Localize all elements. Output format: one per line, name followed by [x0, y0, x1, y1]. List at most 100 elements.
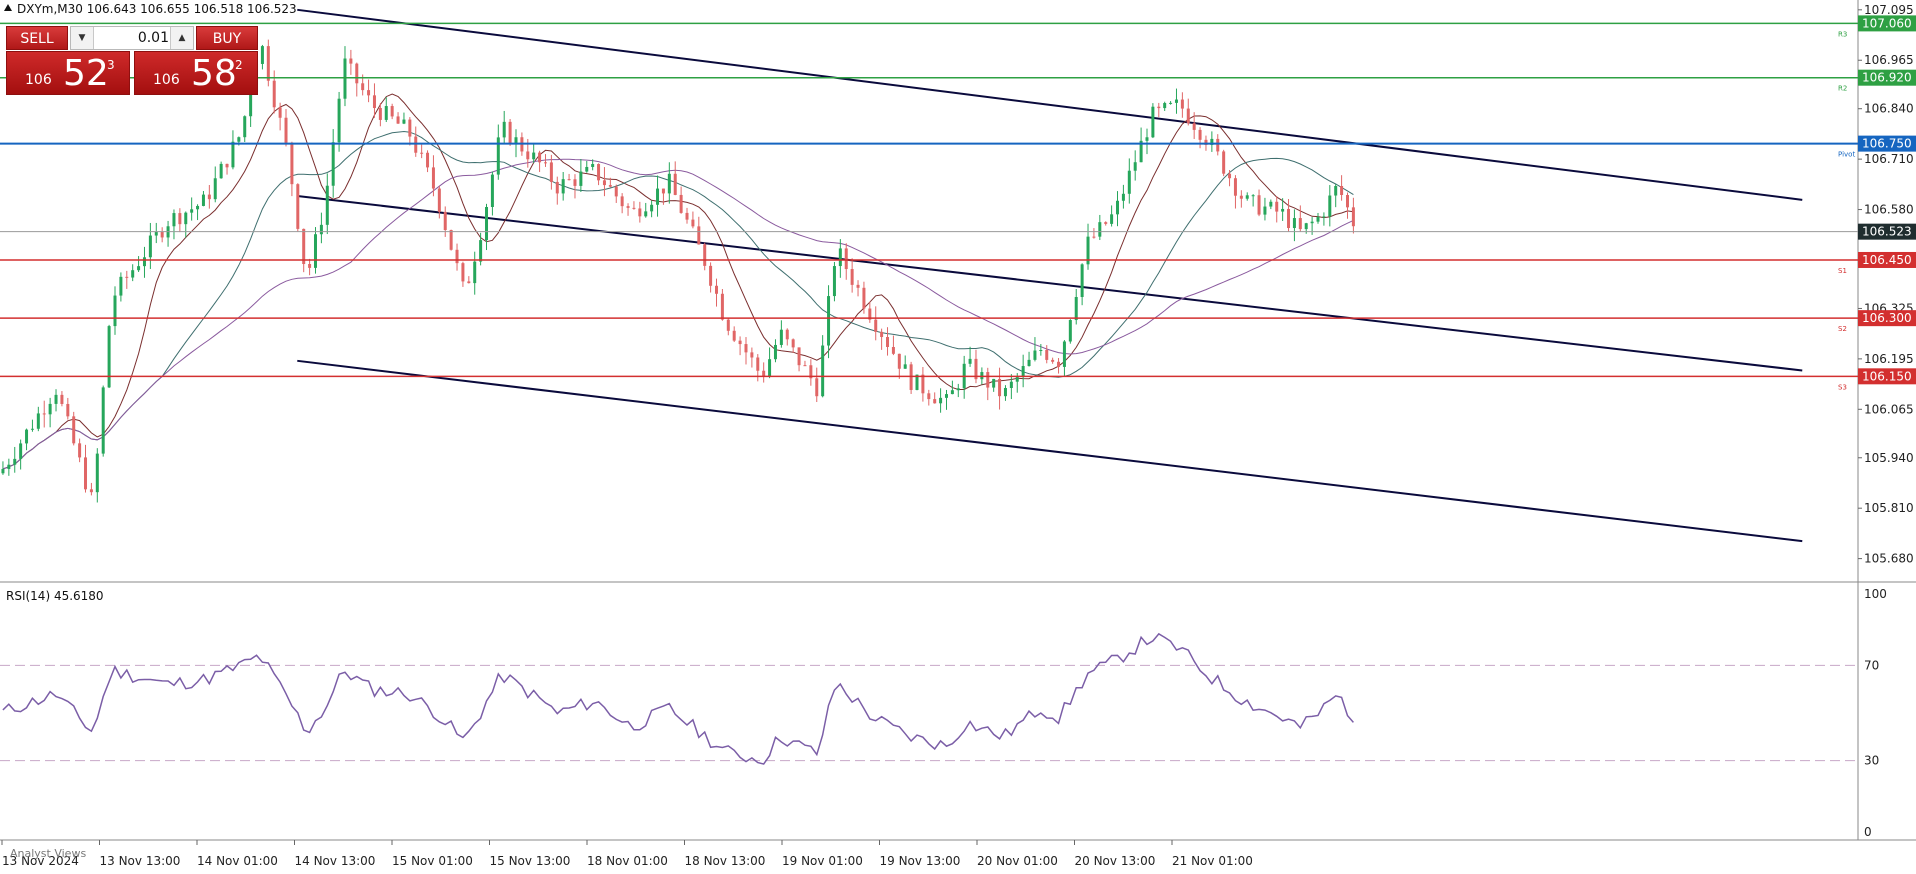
price-tick-label: 106.195: [1864, 352, 1914, 366]
candle-body: [319, 224, 323, 235]
candle-body: [1145, 137, 1149, 141]
candle-body: [1092, 236, 1096, 238]
candle-body: [650, 204, 654, 212]
candle-body: [84, 457, 88, 490]
symbol-header: DXYm,M30 106.643 106.655 106.518 106.523: [17, 2, 297, 16]
candle-body: [42, 413, 46, 415]
pivot-level-tag: Pivot: [1838, 151, 1855, 159]
candle-body: [1033, 350, 1037, 360]
caret-up-icon[interactable]: ▲: [170, 27, 193, 49]
candle-body: [549, 162, 553, 182]
candle-body: [95, 453, 99, 493]
candle-body: [709, 265, 713, 286]
price-label-text: 107.060: [1862, 16, 1912, 30]
candle-body: [626, 206, 630, 208]
candle-body: [791, 339, 795, 348]
sell-price-fraction: 3: [107, 58, 115, 72]
time-tick-label: 19 Nov 01:00: [782, 854, 863, 868]
analyst-views-label: Analyst Views: [10, 847, 86, 860]
candle-body: [561, 179, 565, 194]
candle-body: [508, 121, 512, 145]
candle-body: [325, 185, 329, 225]
lot-size-value[interactable]: 0.01: [95, 27, 169, 49]
price-tick-label: 105.680: [1864, 552, 1914, 566]
candle-body: [726, 319, 730, 331]
price-label-text: 106.920: [1862, 71, 1912, 85]
candle-body: [1057, 361, 1061, 367]
candle-body: [903, 364, 907, 369]
candle-body: [597, 164, 601, 181]
candle-body: [414, 136, 418, 153]
candle-body: [1233, 178, 1237, 196]
candle-body: [25, 429, 29, 444]
buy-button[interactable]: BUY: [196, 26, 258, 50]
candle-body: [7, 464, 11, 469]
candle-body: [1269, 201, 1273, 207]
candle-body: [933, 399, 937, 404]
price-label-text: 106.450: [1862, 253, 1912, 267]
candle-body: [66, 403, 70, 417]
candle-body: [679, 194, 683, 213]
price-label-text: 106.150: [1862, 369, 1912, 383]
candle-body: [850, 269, 854, 285]
candle-body: [1304, 223, 1308, 230]
price-tick-label: 106.710: [1864, 152, 1914, 166]
candle-body: [608, 185, 612, 187]
candle-body: [538, 152, 542, 163]
candle-body: [591, 164, 595, 167]
candle-body: [490, 174, 494, 207]
candle-body: [886, 336, 890, 347]
candle-body: [455, 249, 459, 264]
time-tick-label: 14 Nov 13:00: [295, 854, 376, 868]
rsi-tick-label: 0: [1864, 825, 1872, 839]
candle-body: [131, 270, 135, 278]
time-tick-label: 15 Nov 13:00: [490, 854, 571, 868]
candle-body: [449, 230, 453, 250]
candle-body: [1116, 200, 1120, 215]
candle-body: [1287, 208, 1291, 229]
pivot-level-tag: R2: [1838, 85, 1847, 93]
candle-body: [632, 207, 636, 209]
candle-body: [939, 397, 943, 404]
sell-button[interactable]: SELL: [6, 26, 68, 50]
candle-body: [1157, 106, 1161, 109]
candle-body: [207, 194, 211, 200]
candle-body: [1245, 195, 1249, 199]
candle-body: [302, 228, 306, 265]
candle-body: [260, 46, 264, 64]
price-tick-label: 106.965: [1864, 53, 1914, 67]
candle-body: [1186, 108, 1190, 124]
candle-body: [437, 188, 441, 212]
candle-body: [862, 287, 866, 309]
candle-body: [361, 83, 365, 91]
candle-body: [266, 46, 270, 81]
buy-price-main: 58: [191, 53, 237, 94]
candle-body: [756, 357, 760, 371]
candle-body: [732, 330, 736, 341]
buy-price-box[interactable]: 106 58 2: [134, 51, 258, 95]
candle-body: [697, 226, 701, 245]
time-tick-label: 19 Nov 13:00: [880, 854, 961, 868]
candle-body: [172, 213, 176, 227]
sell-price-box[interactable]: 106 52 3: [6, 51, 130, 95]
candle-body: [703, 244, 707, 266]
candle-body: [396, 116, 400, 124]
candle-body: [178, 213, 182, 225]
candle-body: [1015, 377, 1019, 382]
rsi-title: RSI(14) 45.6180: [6, 589, 104, 603]
candle-body: [567, 179, 571, 181]
sell-price-main: 52: [63, 53, 109, 94]
rsi-tick-label: 30: [1864, 754, 1879, 768]
candle-body: [602, 180, 606, 186]
candle-body: [526, 151, 530, 160]
candle-body: [744, 344, 748, 353]
candle-body: [160, 231, 164, 238]
candle-body: [927, 393, 931, 400]
candle-body: [184, 212, 188, 225]
candle-body: [1051, 359, 1055, 362]
candle-body: [1281, 208, 1285, 212]
lot-size-stepper[interactable]: ▼ 0.01 ▲: [70, 26, 194, 50]
rsi-tick-label: 100: [1864, 587, 1887, 601]
candle-body: [213, 178, 217, 200]
caret-down-icon[interactable]: ▼: [71, 27, 94, 49]
